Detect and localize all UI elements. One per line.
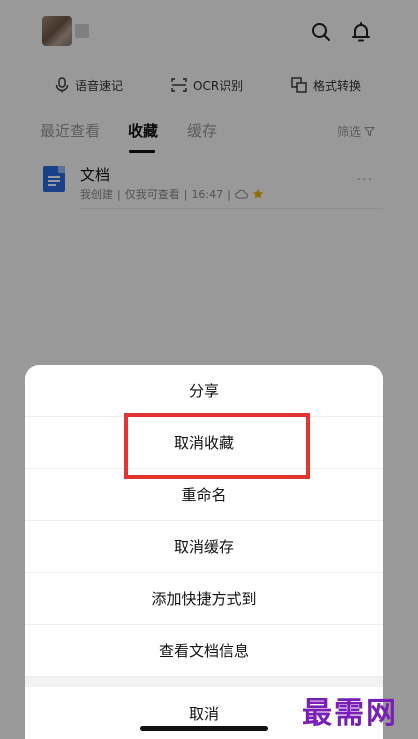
- home-indicator: [140, 726, 268, 731]
- add-shortcut-label: 添加快捷方式到: [151, 590, 257, 608]
- sheet-separator: [25, 677, 383, 687]
- document-info-button[interactable]: 查看文档信息: [25, 625, 383, 677]
- document-info-label: 查看文档信息: [158, 642, 249, 660]
- remove-cache-button[interactable]: 取消缓存: [25, 521, 383, 573]
- share-label: 分享: [188, 382, 219, 400]
- remove-cache-label: 取消缓存: [173, 538, 234, 556]
- cancel-label: 取消: [188, 704, 219, 723]
- add-shortcut-button[interactable]: 添加快捷方式到: [25, 573, 383, 625]
- highlight-box: [124, 413, 310, 479]
- watermark: 最需网: [302, 696, 398, 731]
- share-button[interactable]: 分享: [25, 365, 383, 417]
- rename-label: 重命名: [181, 486, 227, 504]
